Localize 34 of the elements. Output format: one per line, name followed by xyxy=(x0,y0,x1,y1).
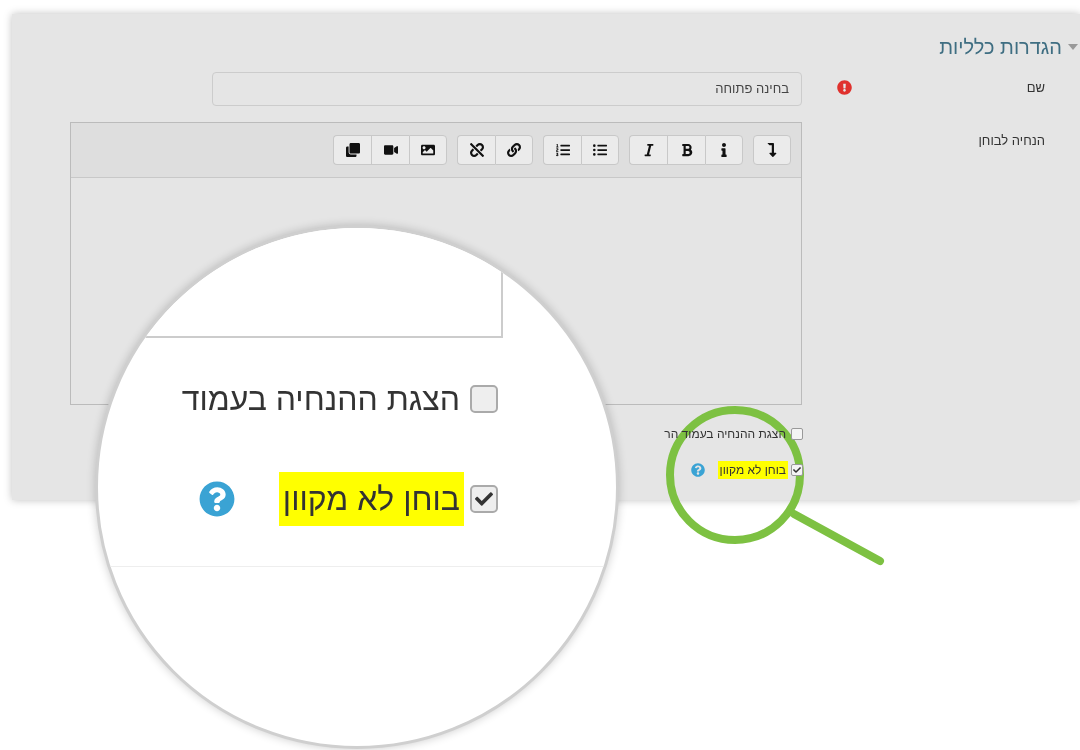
check-icon xyxy=(475,490,493,508)
check-icon xyxy=(793,466,801,474)
option-label: הצגת ההנחיה בעמוד xyxy=(180,380,461,419)
unlink-icon xyxy=(469,143,484,157)
section-title: הגדרות כלליות xyxy=(939,35,1062,60)
toolbar-button[interactable] xyxy=(371,135,409,165)
bullet-list-icon xyxy=(593,143,607,157)
toolbar-button[interactable] xyxy=(495,135,533,165)
checkbox[interactable] xyxy=(470,385,498,413)
toolbar-button[interactable] xyxy=(705,135,743,165)
toolbar-button[interactable] xyxy=(409,135,447,165)
toolbar-button[interactable] xyxy=(629,135,667,165)
bold-icon xyxy=(679,143,694,157)
toolbar-button[interactable] xyxy=(543,135,581,165)
numbered-list-icon xyxy=(555,143,570,157)
checkbox[interactable] xyxy=(470,485,498,513)
checkbox[interactable] xyxy=(791,428,803,440)
help-icon[interactable] xyxy=(198,481,235,517)
option-label: בוחן לא מקוון xyxy=(278,472,464,526)
toolbar-button[interactable] xyxy=(457,135,495,165)
toolbar-button[interactable] xyxy=(753,135,791,165)
field-label: הנחיה לבוחן xyxy=(978,133,1045,148)
field-label: שם xyxy=(1026,79,1045,97)
option-label: בוחן לא מקוון xyxy=(717,461,788,479)
toolbar-button[interactable] xyxy=(667,135,705,165)
collapse-icon xyxy=(765,143,779,157)
image-icon xyxy=(421,143,435,157)
copy-icon xyxy=(345,143,360,157)
name-input[interactable]: בחינה פתוחה xyxy=(212,72,802,106)
checkbox[interactable] xyxy=(791,464,803,476)
link-icon xyxy=(507,143,521,157)
toolbar-button[interactable] xyxy=(333,135,371,165)
toolbar-button[interactable] xyxy=(581,135,619,165)
video-icon xyxy=(383,143,398,157)
